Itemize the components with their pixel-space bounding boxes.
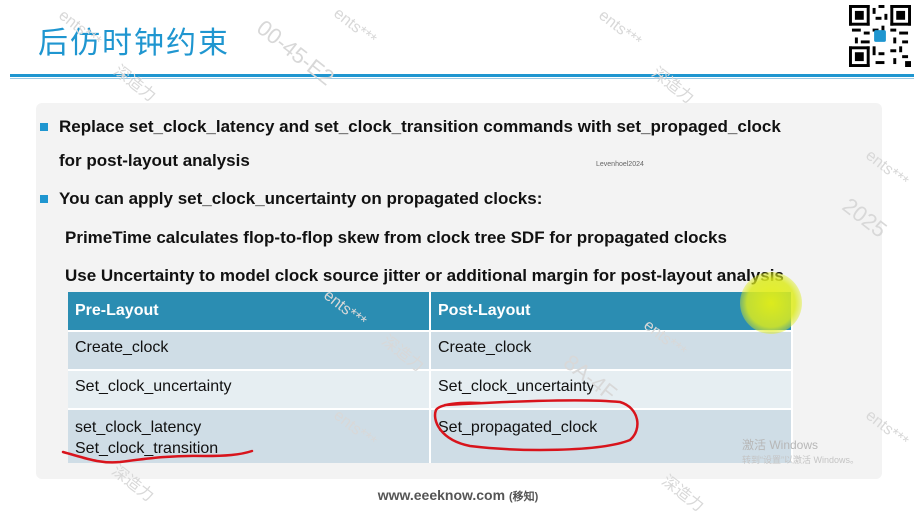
cell-line-transition: Set_clock_transition xyxy=(75,440,219,457)
watermark-text: 深造力 xyxy=(648,64,697,108)
tiny-label: Levenhoel2024 xyxy=(596,161,644,168)
title-underline xyxy=(10,74,914,77)
table-row: Set_clock_uncertainty Set_clock_uncertai… xyxy=(68,369,793,409)
header-pre-layout: Pre-Layout xyxy=(68,292,431,331)
footer-site: www.eeeknow.com xyxy=(377,487,506,503)
bullet-2-line1: You can apply set_clock_uncertainty on p… xyxy=(59,189,543,208)
cursor-highlight xyxy=(740,272,802,334)
sub-item-2: Use Uncertainty to model clock source ji… xyxy=(65,266,784,285)
cell-pre-create-clock: Create_clock xyxy=(68,330,431,370)
cell-pre-uncertainty: Set_clock_uncertainty xyxy=(68,369,431,409)
cell-post-propagated: Set_propagated_clock xyxy=(430,408,793,463)
watermark-text: 00-45-E2 xyxy=(252,14,339,91)
bullet-1-line1: Replace set_clock_latency and set_clock_… xyxy=(59,117,781,136)
cell-post-create-clock: Create_clock xyxy=(430,330,793,370)
table-header-row: Pre-Layout Post-Layout xyxy=(68,292,793,331)
watermark-text: ents*** xyxy=(595,6,645,51)
cell-line-propagated: Set_propagated_clock xyxy=(438,419,598,436)
cell-post-uncertainty: Set_clock_uncertainty xyxy=(430,369,793,409)
title-underline-thin xyxy=(10,78,914,79)
watermark-text: 深造力 xyxy=(110,62,159,106)
footer-note: (移知) xyxy=(508,491,539,503)
table-row: set_clock_latency Set_clock_transition S… xyxy=(68,408,793,463)
bullet-1-line2: for post-layout analysis xyxy=(59,151,250,170)
table-row: Create_clock Create_clock xyxy=(68,330,793,370)
cell-line-latency: set_clock_latency xyxy=(75,419,202,436)
cell-pre-latency-transition: set_clock_latency Set_clock_transition xyxy=(68,408,431,463)
bullet-marker-1 xyxy=(40,123,48,131)
activate-windows-hint: 转到“设置”以激活 Windows。 xyxy=(742,455,860,465)
header-post-layout: Post-Layout xyxy=(430,292,793,331)
watermark-text: ents*** xyxy=(330,4,380,49)
comparison-table: Pre-Layout Post-Layout Create_clock Crea… xyxy=(68,292,793,463)
sub-item-1: PrimeTime calculates flop-to-flop skew f… xyxy=(65,228,727,247)
bullet-marker-2 xyxy=(40,195,48,203)
slide-title: 后仿时钟约束 xyxy=(38,26,230,61)
qr-code xyxy=(849,5,911,67)
footer: www.eeeknow.com (移知) xyxy=(0,487,916,504)
activate-windows-title: 激活 Windows xyxy=(742,438,819,452)
